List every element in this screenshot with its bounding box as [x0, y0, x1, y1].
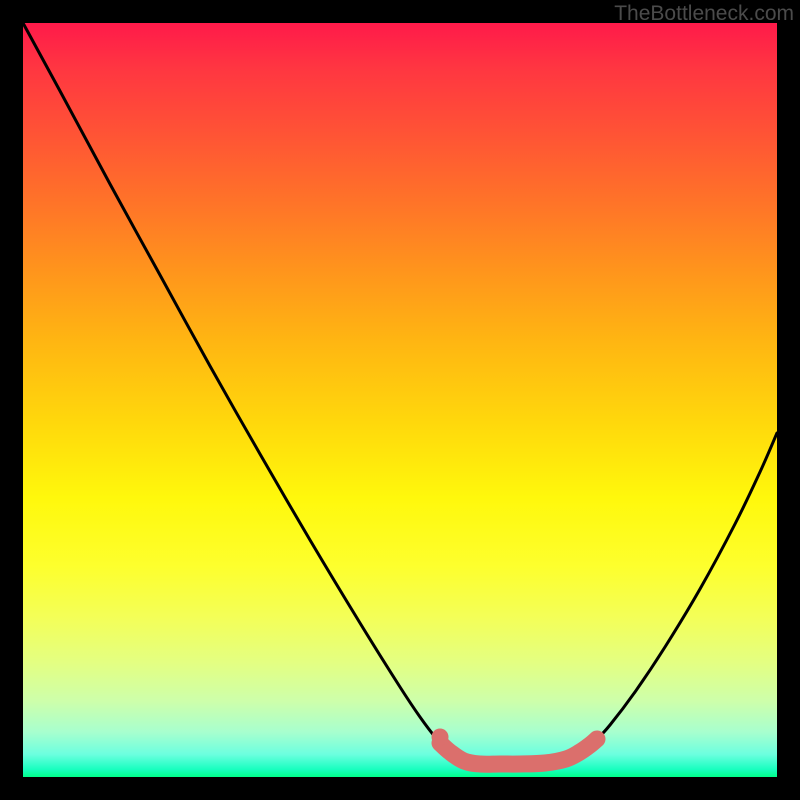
highlight-start-dot	[432, 729, 449, 746]
highlight-zone	[440, 739, 597, 764]
chart-svg	[0, 0, 800, 800]
curve-line	[23, 23, 777, 764]
